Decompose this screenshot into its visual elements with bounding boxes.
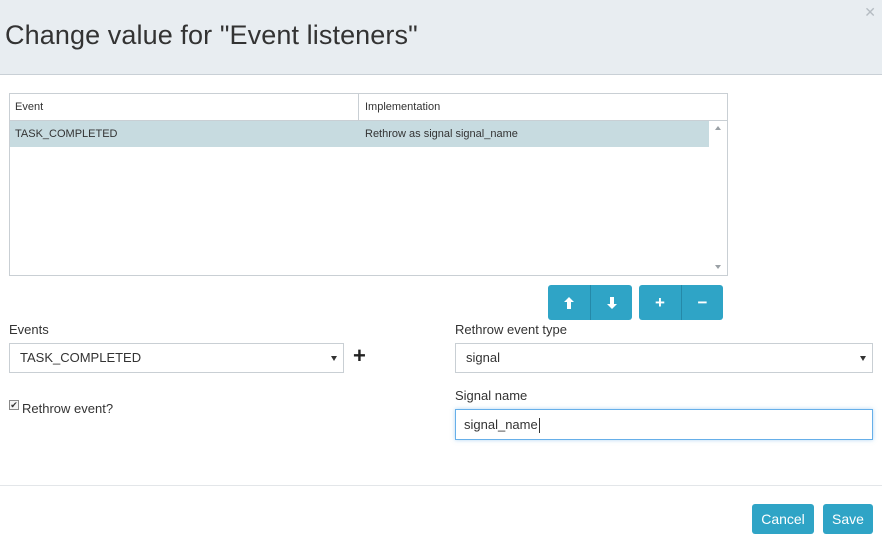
grid-scrollbar[interactable]: [710, 121, 727, 275]
rethrow-type-select[interactable]: signal: [455, 343, 873, 373]
dialog-header: Change value for "Event listeners" ✕: [0, 0, 882, 75]
add-remove-button-group: + −: [639, 285, 723, 320]
events-select-value: TASK_COMPLETED: [20, 350, 142, 365]
signal-name-value: signal_name: [464, 417, 538, 432]
text-cursor: [538, 418, 540, 434]
save-button[interactable]: Save: [823, 504, 873, 534]
column-header-event[interactable]: Event: [10, 94, 359, 120]
column-header-implementation[interactable]: Implementation: [359, 94, 727, 120]
cancel-button[interactable]: Cancel: [752, 504, 814, 534]
footer-divider: [0, 485, 882, 486]
table-row[interactable]: TASK_COMPLETED Rethrow as signal signal_…: [10, 121, 709, 147]
plus-icon: +: [655, 292, 665, 312]
rethrow-type-label: Rethrow event type: [455, 322, 568, 337]
signal-name-input[interactable]: signal_name: [455, 409, 873, 440]
remove-button[interactable]: −: [681, 285, 723, 320]
event-listeners-grid: Event Implementation TASK_COMPLETED Reth…: [9, 93, 728, 276]
chevron-down-icon: [860, 356, 866, 361]
cell-event: TASK_COMPLETED: [15, 128, 118, 140]
scroll-up-icon[interactable]: [715, 126, 721, 130]
events-label: Events: [9, 322, 49, 337]
dialog-title: Change value for "Event listeners": [5, 20, 418, 50]
move-button-group: [548, 285, 632, 320]
move-up-button[interactable]: [548, 285, 590, 320]
close-icon[interactable]: ✕: [864, 4, 876, 21]
scroll-down-icon[interactable]: [715, 265, 721, 269]
minus-icon: −: [697, 292, 708, 312]
rethrow-checkbox[interactable]: ✔: [9, 400, 19, 410]
events-select[interactable]: TASK_COMPLETED: [9, 343, 344, 373]
rethrow-type-value: signal: [466, 350, 500, 365]
grid-header: Event Implementation: [10, 94, 727, 121]
cell-implementation: Rethrow as signal signal_name: [365, 128, 518, 140]
arrow-up-icon: [564, 296, 574, 309]
rethrow-checkbox-label[interactable]: Rethrow event?: [22, 401, 113, 416]
chevron-down-icon: [331, 356, 337, 361]
add-event-icon[interactable]: +: [353, 344, 366, 368]
arrow-down-icon: [606, 296, 617, 309]
grid-body: TASK_COMPLETED Rethrow as signal signal_…: [10, 121, 709, 275]
move-down-button[interactable]: [590, 285, 632, 320]
add-button[interactable]: +: [639, 285, 681, 320]
signal-name-label: Signal name: [455, 388, 528, 403]
